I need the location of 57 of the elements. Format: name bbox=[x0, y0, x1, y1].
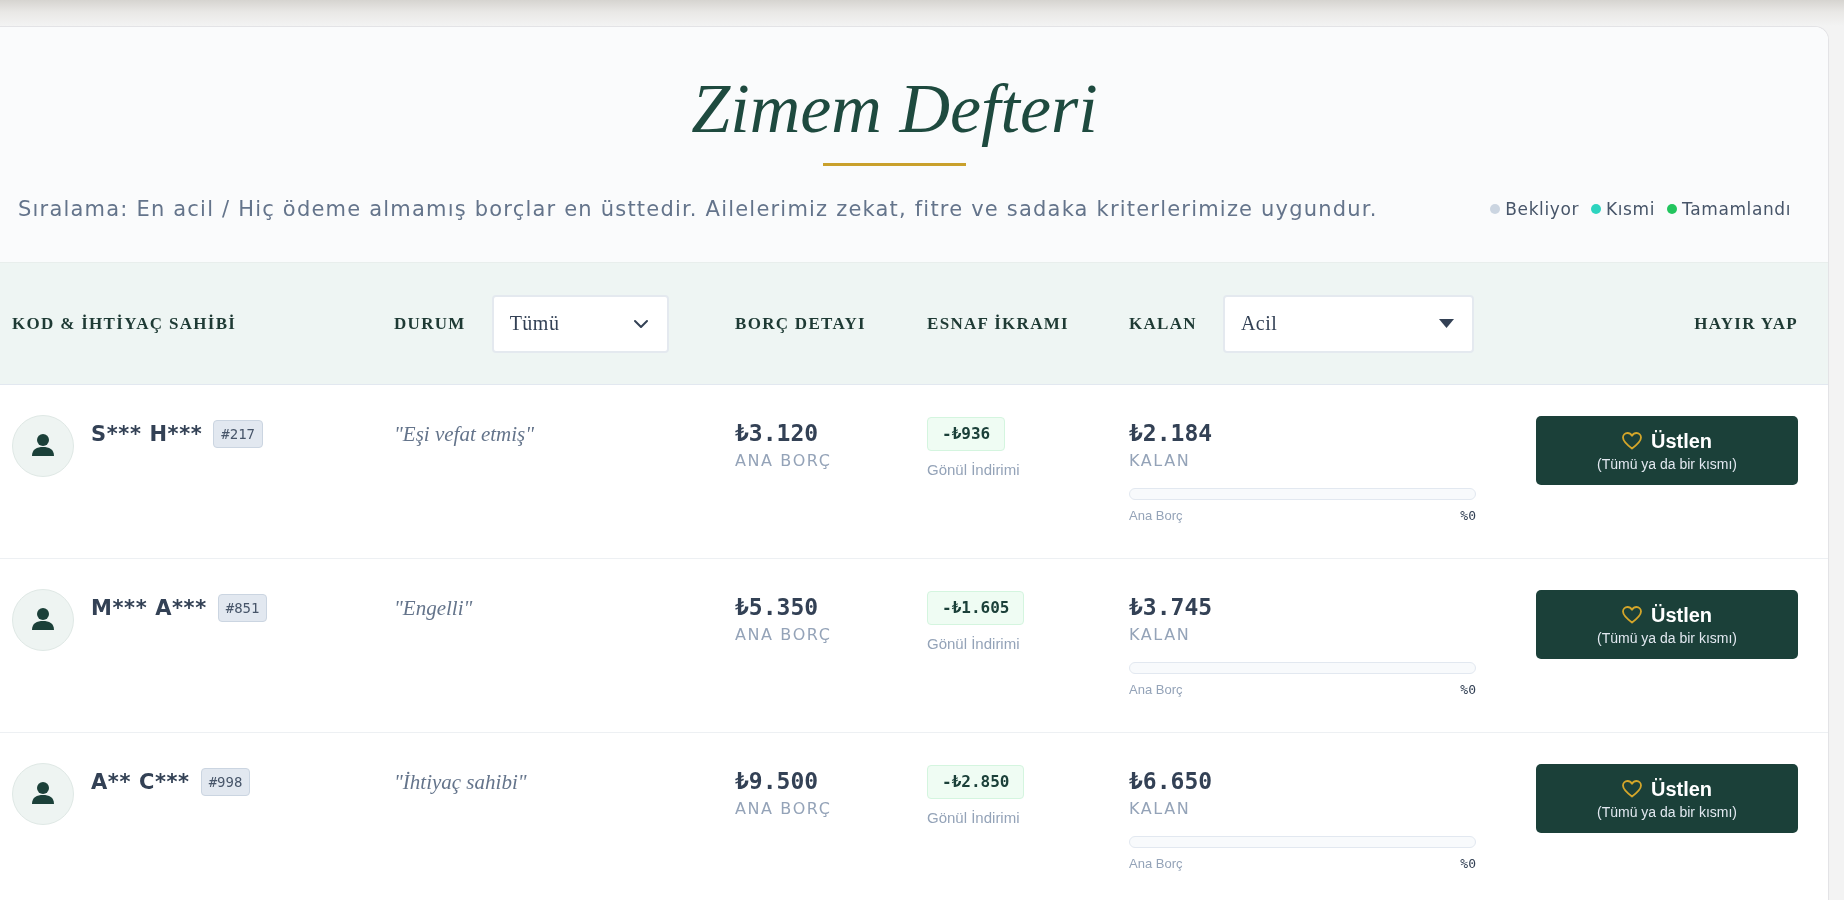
legend-label: Bekliyor bbox=[1505, 198, 1579, 220]
column-header: ESNAF İKRAMI bbox=[927, 312, 1069, 335]
progress-percent: %0 bbox=[1460, 682, 1476, 698]
code-badge: #998 bbox=[200, 768, 251, 796]
status-note: "Eşi vefat etmiş" bbox=[394, 422, 536, 446]
chevron-down-icon bbox=[632, 318, 649, 329]
status-note: "Engelli" bbox=[394, 596, 474, 620]
remaining-label: KALAN bbox=[1129, 451, 1192, 471]
take-on-button[interactable]: Üstlen (Tümü ya da bir kısmı) bbox=[1536, 764, 1798, 833]
remaining-amount: ₺3.745 bbox=[1129, 593, 1214, 621]
column-header: KOD & İHTİYAÇ SAHİBİ bbox=[12, 312, 237, 335]
filter-select[interactable]: Tümü bbox=[491, 294, 669, 353]
remaining-label: KALAN bbox=[1129, 799, 1192, 819]
remaining-amount: ₺6.650 bbox=[1129, 767, 1214, 795]
sort-select[interactable]: Acil bbox=[1222, 294, 1474, 353]
avatar-icon bbox=[12, 763, 74, 825]
page-title: Zimem Defteri bbox=[691, 69, 1098, 149]
avatar-icon bbox=[12, 415, 74, 477]
progress-label: Ana Borç bbox=[1129, 856, 1183, 872]
debt-amount: ₺9.500 bbox=[735, 767, 820, 795]
take-on-button[interactable]: Üstlen (Tümü ya da bir kısmı) bbox=[1536, 590, 1798, 659]
discount-label: Gönül İndirimi bbox=[927, 635, 1021, 653]
debt-label: ANA BORÇ bbox=[735, 625, 833, 645]
sort-note: Sıralama: En acil / Hiç ödeme almamış borçlar en üsttedir. Ailelerimiz zekat, fitre ve sadaka kriterlerimize uygundur. bbox=[18, 196, 1378, 222]
debt-label: ANA BORÇ bbox=[735, 799, 833, 819]
code-badge: #851 bbox=[217, 594, 268, 622]
remaining-amount: ₺2.184 bbox=[1129, 419, 1214, 447]
person-name: M*** A*** bbox=[91, 595, 207, 621]
debt-amount: ₺5.350 bbox=[735, 593, 820, 621]
code-badge: #217 bbox=[213, 420, 264, 448]
column-header: DURUM bbox=[394, 312, 466, 335]
discount-badge: -₺2.850 bbox=[927, 765, 1025, 799]
column-header: HAYIR YAP bbox=[1694, 312, 1798, 335]
legend-label: Tamamlandı bbox=[1682, 198, 1791, 220]
status-note: "İhtiyaç sahibi" bbox=[394, 770, 528, 794]
progress-label: Ana Borç bbox=[1129, 508, 1183, 524]
progress-label: Ana Borç bbox=[1129, 682, 1183, 698]
progress-percent: %0 bbox=[1460, 856, 1476, 872]
take-on-button[interactable]: Üstlen (Tümü ya da bir kısmı) bbox=[1536, 416, 1798, 485]
discount-label: Gönül İndirimi bbox=[927, 809, 1021, 827]
column-header: BORÇ DETAYI bbox=[735, 312, 866, 335]
discount-badge: -₺1.605 bbox=[927, 591, 1025, 625]
discount-badge: -₺936 bbox=[927, 417, 1006, 451]
discount-label: Gönül İndirimi bbox=[927, 461, 1021, 479]
debt-amount: ₺3.120 bbox=[735, 419, 820, 447]
avatar-icon bbox=[12, 589, 74, 651]
person-name: S*** H*** bbox=[91, 421, 203, 447]
debt-label: ANA BORÇ bbox=[735, 451, 833, 471]
heart-icon bbox=[1621, 605, 1642, 624]
heart-icon bbox=[1621, 779, 1642, 798]
progress-percent: %0 bbox=[1460, 508, 1476, 524]
legend-label: Kısmi bbox=[1606, 198, 1656, 220]
column-header: KALAN bbox=[1129, 312, 1197, 335]
person-name: A** C*** bbox=[91, 769, 190, 795]
caret-down-icon bbox=[1438, 319, 1454, 328]
heart-icon bbox=[1621, 431, 1642, 450]
remaining-label: KALAN bbox=[1129, 625, 1192, 645]
